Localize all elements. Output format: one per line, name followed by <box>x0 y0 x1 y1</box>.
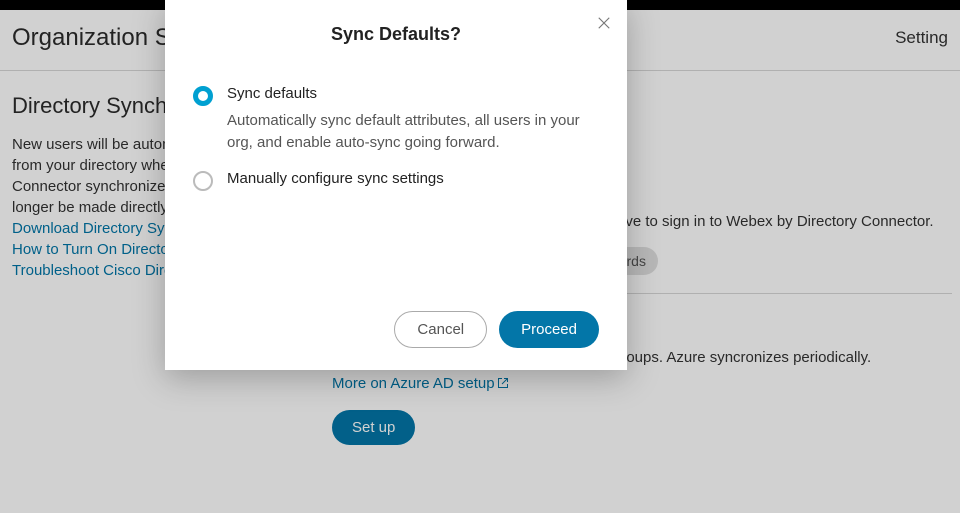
modal-actions: Cancel Proceed <box>193 311 599 348</box>
modal-title: Sync Defaults? <box>193 24 599 45</box>
radio-icon-selected <box>193 86 213 106</box>
cancel-button[interactable]: Cancel <box>394 311 487 348</box>
radio-label-sync-defaults: Sync defaults <box>227 85 599 102</box>
sync-defaults-modal: Sync Defaults? Sync defaults Automatical… <box>165 0 627 370</box>
radio-manual-config[interactable]: Manually configure sync settings <box>193 170 599 191</box>
radio-sync-defaults[interactable]: Sync defaults Automatically sync default… <box>193 85 599 154</box>
modal-close-button[interactable] <box>595 14 613 35</box>
radio-icon-unselected <box>193 171 213 191</box>
close-icon <box>595 14 613 32</box>
radio-desc-sync-defaults: Automatically sync default attributes, a… <box>227 110 599 154</box>
proceed-button[interactable]: Proceed <box>499 311 599 348</box>
radio-label-manual: Manually configure sync settings <box>227 170 444 187</box>
